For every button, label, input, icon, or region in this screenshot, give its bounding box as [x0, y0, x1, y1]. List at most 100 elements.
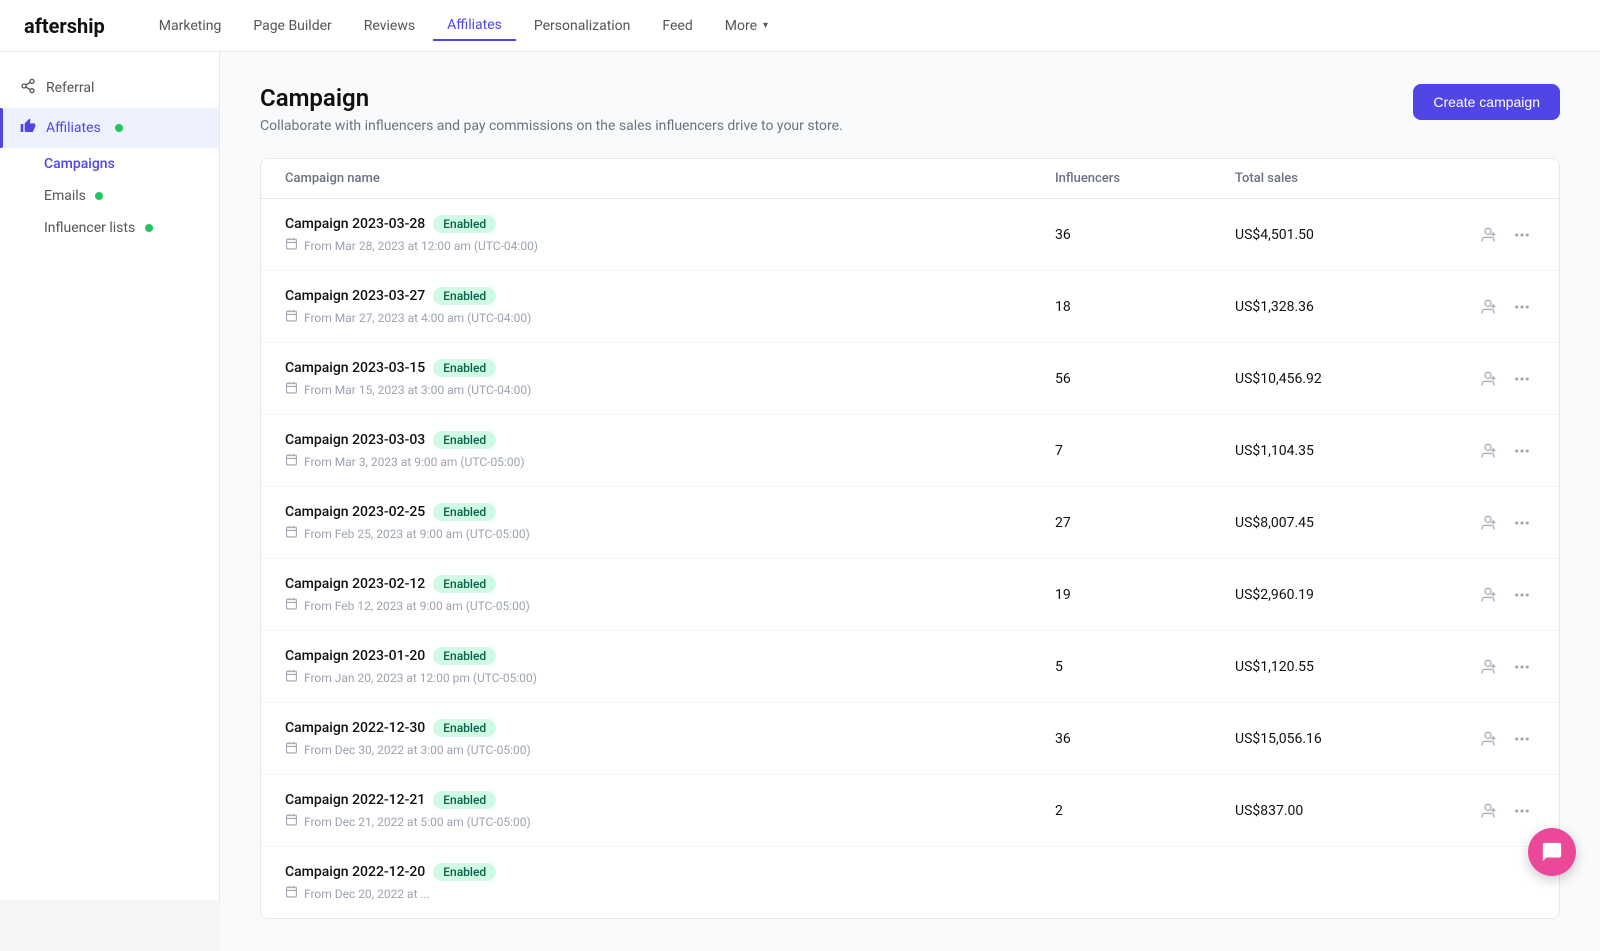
campaign-name: Campaign 2022-12-30 Enabled	[285, 719, 1055, 737]
campaign-name: Campaign 2022-12-21 Enabled	[285, 791, 1055, 809]
sidebar-sub-item-campaigns[interactable]: Campaigns	[0, 148, 219, 180]
influencers-count: 19	[1055, 587, 1235, 603]
campaign-date: From Feb 25, 2023 at 9:00 am (UTC-05:00)	[285, 525, 1055, 542]
table-row: Campaign 2022-12-21 Enabled From Dec 21,…	[261, 775, 1559, 847]
add-influencer-button[interactable]	[1475, 222, 1501, 248]
campaigns-table: Campaign name Influencers Total sales Ca…	[260, 158, 1560, 919]
campaign-date: From Dec 20, 2022 at ...	[285, 885, 1055, 902]
row-actions	[1455, 798, 1535, 824]
nav-item-page-builder[interactable]: Page Builder	[239, 12, 345, 40]
more-options-button[interactable]	[1509, 366, 1535, 392]
calendar-icon	[285, 597, 298, 614]
influencers-count: 36	[1055, 227, 1235, 243]
share-icon	[20, 78, 36, 98]
campaign-date: From Dec 21, 2022 at 5:00 am (UTC-05:00)	[285, 813, 1055, 830]
nav-item-reviews[interactable]: Reviews	[350, 12, 429, 40]
more-options-button[interactable]	[1509, 582, 1535, 608]
campaign-cell: Campaign 2022-12-21 Enabled From Dec 21,…	[285, 791, 1055, 830]
calendar-icon	[285, 237, 298, 254]
sidebar-sub-item-influencer-lists[interactable]: Influencer lists	[0, 212, 219, 244]
campaign-date: From Mar 15, 2023 at 3:00 am (UTC-04:00)	[285, 381, 1055, 398]
sidebar-label-affiliates: Affiliates	[46, 120, 101, 136]
table-row: Campaign 2023-02-12 Enabled From Feb 12,…	[261, 559, 1559, 631]
total-sales: US$2,960.19	[1235, 587, 1455, 603]
campaign-date: From Jan 20, 2023 at 12:00 pm (UTC-05:00…	[285, 669, 1055, 686]
table-row: Campaign 2023-03-15 Enabled From Mar 15,…	[261, 343, 1559, 415]
more-options-button[interactable]	[1509, 654, 1535, 680]
influencers-count: 5	[1055, 659, 1235, 675]
campaign-name: Campaign 2023-03-27 Enabled	[285, 287, 1055, 305]
table-row: Campaign 2022-12-30 Enabled From Dec 30,…	[261, 703, 1559, 775]
create-campaign-button[interactable]: Create campaign	[1413, 84, 1560, 120]
nav-item-personalization[interactable]: Personalization	[520, 12, 645, 40]
add-influencer-button[interactable]	[1475, 726, 1501, 752]
campaign-date: From Mar 3, 2023 at 9:00 am (UTC-05:00)	[285, 453, 1055, 470]
more-options-button[interactable]	[1509, 438, 1535, 464]
main-content: Campaign Collaborate with influencers an…	[220, 52, 1600, 951]
row-actions	[1455, 222, 1535, 248]
total-sales: US$8,007.45	[1235, 515, 1455, 531]
more-options-button[interactable]	[1509, 222, 1535, 248]
campaign-cell: Campaign 2022-12-30 Enabled From Dec 30,…	[285, 719, 1055, 758]
more-options-button[interactable]	[1509, 510, 1535, 536]
table-row: Campaign 2023-02-25 Enabled From Feb 25,…	[261, 487, 1559, 559]
col-header-total-sales: Total sales	[1235, 171, 1455, 186]
row-actions	[1455, 654, 1535, 680]
add-influencer-button[interactable]	[1475, 582, 1501, 608]
col-header-campaign-name: Campaign name	[285, 171, 1055, 186]
status-badge: Enabled	[433, 863, 496, 881]
sidebar-sub-item-emails[interactable]: Emails	[0, 180, 219, 212]
status-badge: Enabled	[433, 287, 496, 305]
status-badge: Enabled	[433, 359, 496, 377]
sidebar-sub-label-influencer-lists: Influencer lists	[44, 220, 135, 236]
brand-logo[interactable]: aftership	[24, 14, 105, 38]
influencers-count: 18	[1055, 299, 1235, 315]
campaign-cell: Campaign 2023-03-27 Enabled From Mar 27,…	[285, 287, 1055, 326]
calendar-icon	[285, 309, 298, 326]
sidebar-label-referral: Referral	[46, 80, 94, 96]
add-influencer-button[interactable]	[1475, 366, 1501, 392]
total-sales: US$1,120.55	[1235, 659, 1455, 675]
row-actions	[1455, 438, 1535, 464]
sidebar-sub-label-emails: Emails	[44, 188, 86, 204]
add-influencer-button[interactable]	[1475, 654, 1501, 680]
nav-item-more[interactable]: More ▾	[711, 12, 782, 40]
add-influencer-button[interactable]	[1475, 510, 1501, 536]
nav-item-feed[interactable]: Feed	[648, 12, 706, 40]
sidebar-item-affiliates[interactable]: Affiliates	[0, 108, 219, 148]
campaign-date: From Mar 27, 2023 at 4:00 am (UTC-04:00)	[285, 309, 1055, 326]
status-badge: Enabled	[433, 575, 496, 593]
add-influencer-button[interactable]	[1475, 798, 1501, 824]
table-row: Campaign 2023-03-28 Enabled From Mar 28,…	[261, 199, 1559, 271]
influencers-count: 2	[1055, 803, 1235, 819]
total-sales: US$15,056.16	[1235, 731, 1455, 747]
status-badge: Enabled	[433, 431, 496, 449]
sidebar-item-referral[interactable]: Referral	[0, 68, 219, 108]
add-influencer-button[interactable]	[1475, 438, 1501, 464]
campaign-date: From Dec 30, 2022 at 3:00 am (UTC-05:00)	[285, 741, 1055, 758]
chat-fab-button[interactable]	[1528, 828, 1576, 876]
more-dropdown-arrow: ▾	[763, 20, 768, 31]
total-sales: US$837.00	[1235, 803, 1455, 819]
campaign-name: Campaign 2023-03-28 Enabled	[285, 215, 1055, 233]
sidebar-sub-label-campaigns: Campaigns	[44, 156, 115, 172]
page-header: Campaign Collaborate with influencers an…	[260, 84, 1560, 134]
add-influencer-button[interactable]	[1475, 294, 1501, 320]
status-badge: Enabled	[433, 215, 496, 233]
nav-item-affiliates[interactable]: Affiliates	[433, 11, 516, 41]
campaign-date: From Mar 28, 2023 at 12:00 am (UTC-04:00…	[285, 237, 1055, 254]
campaign-name: Campaign 2023-02-25 Enabled	[285, 503, 1055, 521]
calendar-icon	[285, 885, 298, 902]
influencers-count: 56	[1055, 371, 1235, 387]
table-body: Campaign 2023-03-28 Enabled From Mar 28,…	[261, 199, 1559, 918]
page-title-section: Campaign Collaborate with influencers an…	[260, 84, 843, 134]
table-row: Campaign 2023-03-03 Enabled From Mar 3, …	[261, 415, 1559, 487]
more-options-button[interactable]	[1509, 294, 1535, 320]
nav-item-marketing[interactable]: Marketing	[145, 12, 236, 40]
affiliates-dot	[115, 124, 123, 132]
thumb-up-icon	[20, 118, 36, 138]
calendar-icon	[285, 813, 298, 830]
more-options-button[interactable]	[1509, 798, 1535, 824]
more-options-button[interactable]	[1509, 726, 1535, 752]
campaign-name: Campaign 2023-03-03 Enabled	[285, 431, 1055, 449]
